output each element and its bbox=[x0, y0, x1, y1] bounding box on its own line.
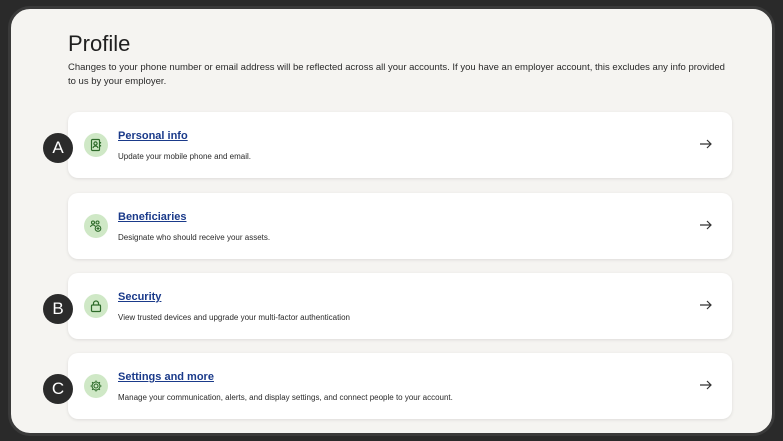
security-description: View trusted devices and upgrade your mu… bbox=[118, 313, 350, 322]
beneficiaries-card[interactable]: Beneficiaries Designate who should recei… bbox=[68, 193, 732, 259]
settings-card[interactable]: Settings and more Manage your communicat… bbox=[68, 353, 732, 419]
people-add-icon bbox=[84, 214, 108, 238]
lock-icon bbox=[84, 294, 108, 318]
personal-info-description: Update your mobile phone and email. bbox=[118, 152, 251, 161]
security-link[interactable]: Security bbox=[118, 291, 161, 303]
contact-card-icon bbox=[84, 133, 108, 157]
gear-icon bbox=[84, 374, 108, 398]
annotation-marker-c: C bbox=[43, 374, 73, 404]
arrow-right-icon[interactable] bbox=[698, 297, 714, 313]
security-card[interactable]: Security View trusted devices and upgrad… bbox=[68, 273, 732, 339]
annotation-marker-b: B bbox=[43, 294, 73, 324]
arrow-right-icon[interactable] bbox=[698, 377, 714, 393]
personal-info-card[interactable]: Personal info Update your mobile phone a… bbox=[68, 112, 732, 178]
personal-info-link[interactable]: Personal info bbox=[118, 130, 188, 142]
beneficiaries-link[interactable]: Beneficiaries bbox=[118, 211, 186, 223]
arrow-right-icon[interactable] bbox=[698, 136, 714, 152]
settings-link[interactable]: Settings and more bbox=[118, 371, 214, 383]
page-title: Profile bbox=[68, 31, 131, 56]
annotation-marker-a: A bbox=[43, 133, 73, 163]
arrow-right-icon[interactable] bbox=[698, 217, 714, 233]
page-subtitle: Changes to your phone number or email ad… bbox=[68, 62, 725, 87]
beneficiaries-description: Designate who should receive your assets… bbox=[118, 233, 271, 242]
settings-description: Manage your communication, alerts, and d… bbox=[118, 393, 453, 402]
profile-panel: Profile Changes to your phone number or … bbox=[8, 6, 775, 436]
